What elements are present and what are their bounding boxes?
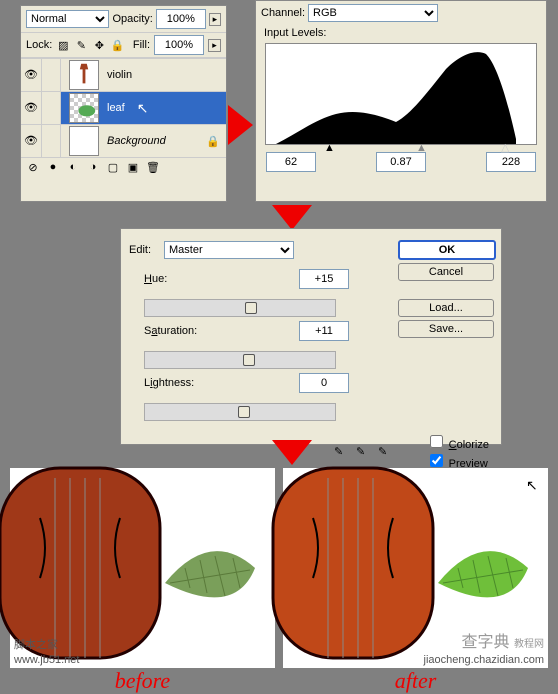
visibility-icon[interactable]: 👁 xyxy=(21,125,42,157)
arrow-right-icon xyxy=(228,105,253,145)
visibility-icon[interactable]: 👁 xyxy=(21,59,42,91)
save-button[interactable]: Save... xyxy=(398,320,494,338)
watermark: www.jb51.net xyxy=(14,654,79,666)
fill-flyout-icon[interactable]: ▸ xyxy=(208,39,221,52)
layers-panel: Normal Opacity: ▸ Lock: ▨ ✎ ✥ 🔒 Fill: ▸ … xyxy=(20,5,227,202)
channel-label: Channel: xyxy=(261,7,305,19)
ok-button[interactable]: OK xyxy=(398,240,496,260)
watermark: 脚本之家 xyxy=(14,636,58,652)
saturation-input[interactable] xyxy=(299,321,349,341)
thumbnail xyxy=(69,93,99,123)
histogram: ▲ ▲ △ xyxy=(265,43,537,145)
black-point-input[interactable] xyxy=(266,152,316,172)
mask-icon[interactable]: ◐ xyxy=(66,161,80,174)
lock-position-icon[interactable]: ✥ xyxy=(92,39,106,52)
black-slider-icon[interactable]: ▲ xyxy=(324,142,335,154)
before-image: 脚本之家 www.jb51.net xyxy=(10,468,275,668)
lock-paint-icon[interactable]: ✎ xyxy=(74,39,88,52)
new-layer-icon[interactable]: ▣ xyxy=(126,161,140,174)
adjustment-icon[interactable]: ◑ xyxy=(86,161,100,174)
arrow-down-icon xyxy=(272,205,312,230)
lock-label: Lock: xyxy=(26,39,52,51)
visibility-icon[interactable]: 👁 xyxy=(21,92,42,124)
levels-panel: Channel: RGB Input Levels: ▲ ▲ △ xyxy=(255,0,547,202)
layer-row-background[interactable]: 👁 Background 🔒 xyxy=(21,124,226,157)
layer-name: violin xyxy=(107,69,132,81)
edit-select[interactable]: Master xyxy=(164,241,294,259)
trash-icon[interactable]: 🗑 xyxy=(146,161,160,174)
eyedropper-plus-icon[interactable]: ✎ xyxy=(354,445,368,458)
opacity-input[interactable] xyxy=(156,9,206,29)
lock-transparency-icon[interactable]: ▨ xyxy=(56,39,70,52)
colorize-label: Colorize xyxy=(449,439,489,451)
link-icon[interactable]: ⊘ xyxy=(26,161,40,174)
after-image: 查字典 教程网 jiaocheng.chazidian.com xyxy=(283,468,548,668)
cancel-button[interactable]: Cancel xyxy=(398,263,494,281)
gamma-slider-icon[interactable]: ▲ xyxy=(416,142,427,154)
lightness-label: Lightness: xyxy=(144,377,209,389)
lightness-slider[interactable] xyxy=(144,403,336,421)
saturation-label: Saturation: xyxy=(144,325,209,337)
before-caption: before xyxy=(10,668,275,694)
input-levels-label: Input Levels: xyxy=(256,25,546,41)
hue-label: Hue: xyxy=(144,273,209,285)
opacity-label: Opacity: xyxy=(112,13,152,25)
watermark: jiaocheng.chazidian.com xyxy=(424,654,544,666)
thumbnail xyxy=(69,126,99,156)
lock-icon: 🔒 xyxy=(206,135,220,148)
lightness-input[interactable] xyxy=(299,373,349,393)
channel-select[interactable]: RGB xyxy=(308,4,438,22)
layer-row-leaf[interactable]: 👁 leaf ↖ xyxy=(21,91,226,124)
layer-name: Background xyxy=(107,135,166,147)
hue-input[interactable] xyxy=(299,269,349,289)
eyedropper-minus-icon[interactable]: ✎ xyxy=(376,445,390,458)
layer-row-violin[interactable]: 👁 violin xyxy=(21,58,226,91)
lock-all-icon[interactable]: 🔒 xyxy=(110,39,124,52)
white-point-input[interactable] xyxy=(486,152,536,172)
fill-label: Fill: xyxy=(133,39,150,51)
white-slider-icon[interactable]: △ xyxy=(501,141,509,154)
opacity-flyout-icon[interactable]: ▸ xyxy=(209,13,221,26)
fx-icon[interactable]: ● xyxy=(46,161,60,174)
blend-mode-select[interactable]: Normal xyxy=(26,10,109,28)
edit-label: Edit: xyxy=(129,244,164,256)
cursor-pointer-icon: ↖ xyxy=(526,477,538,494)
thumbnail xyxy=(69,60,99,90)
load-button[interactable]: Load... xyxy=(398,299,494,317)
cursor-pointer-icon: ↖ xyxy=(137,100,149,117)
hue-slider[interactable] xyxy=(144,299,336,317)
colorize-checkbox[interactable] xyxy=(430,435,443,448)
after-caption: after xyxy=(283,668,548,694)
folder-icon[interactable]: ▢ xyxy=(106,161,120,174)
gamma-input[interactable] xyxy=(376,152,426,172)
eyedropper-icon[interactable]: ✎ xyxy=(332,445,346,458)
layers-footer: ⊘ ● ◐ ◑ ▢ ▣ 🗑 xyxy=(21,157,226,177)
watermark: 查字典 教程网 xyxy=(462,628,544,652)
saturation-slider[interactable] xyxy=(144,351,336,369)
hue-saturation-panel: Edit: Master Hue: Saturation: Lightness: xyxy=(120,228,502,445)
layer-name: leaf xyxy=(107,102,125,114)
fill-input[interactable] xyxy=(154,35,204,55)
